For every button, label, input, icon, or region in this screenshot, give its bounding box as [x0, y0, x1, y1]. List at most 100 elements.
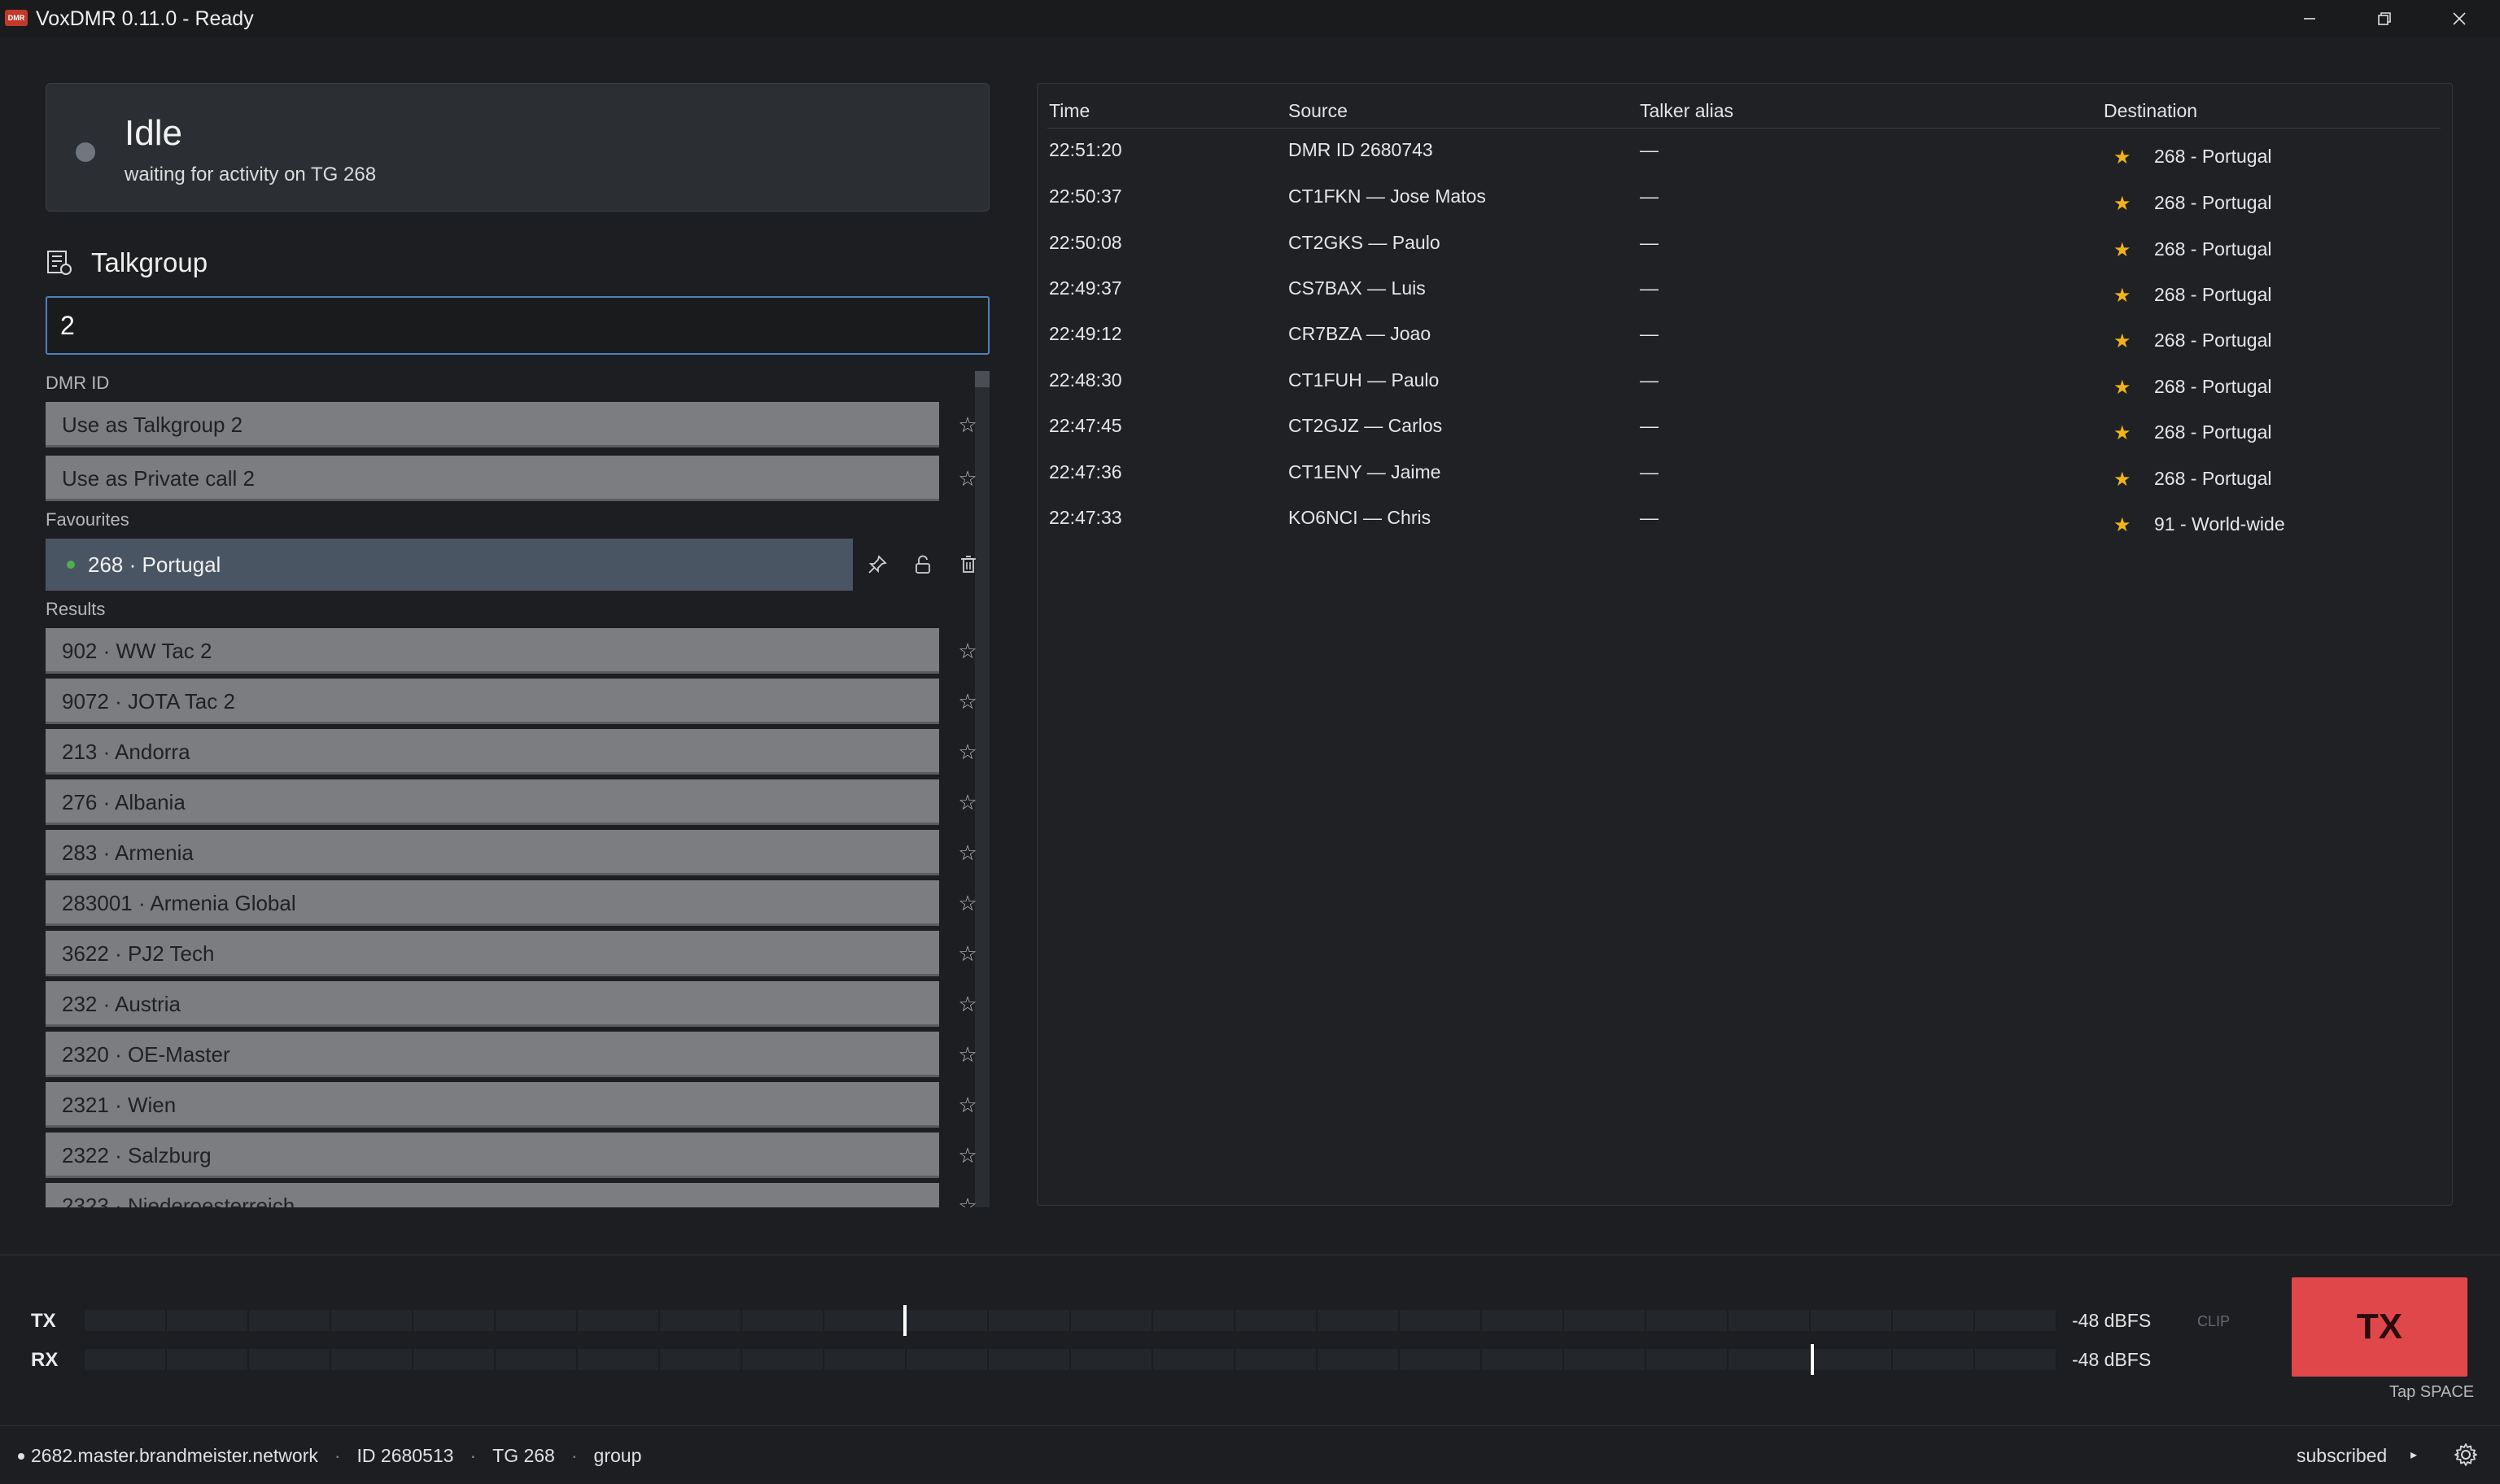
- favourite-star-icon: ★: [2113, 285, 2131, 307]
- log-destination: 268 - Portugal: [2154, 376, 2272, 397]
- meter-segment: [85, 1310, 167, 1331]
- minimize-icon: [2304, 18, 2315, 20]
- meter-segment: [1893, 1349, 1975, 1370]
- meter-segment: [1153, 1349, 1235, 1370]
- log-alias: —: [1640, 323, 1659, 344]
- meter-segment: [824, 1349, 907, 1370]
- play-icon[interactable]: ▸: [2410, 1447, 2427, 1463]
- result-item[interactable]: 232 · Austria: [46, 981, 939, 1027]
- favourites-label: Favourites: [46, 509, 129, 530]
- meter-segment: [1482, 1349, 1564, 1370]
- column-header-time[interactable]: Time: [1049, 100, 1090, 122]
- tx-level-meter: [85, 1310, 2057, 1331]
- talkgroup-search-input[interactable]: [46, 296, 990, 355]
- meter-segment: [1318, 1349, 1400, 1370]
- meter-segment: [660, 1310, 742, 1331]
- log-time: 22:47:45: [1049, 415, 1122, 436]
- minimize-button[interactable]: [2272, 0, 2347, 37]
- meter-segment: [1646, 1349, 1729, 1370]
- result-item[interactable]: 2323 · Niederoesterreich: [46, 1183, 939, 1207]
- favourite-item[interactable]: 268 · Portugal: [46, 539, 853, 591]
- transmit-hint: Tap SPACE: [2389, 1383, 2475, 1401]
- meter-segment: [85, 1349, 167, 1370]
- list-scrollbar-thumb[interactable]: [975, 371, 990, 387]
- meter-segment: [989, 1349, 1071, 1370]
- star-icon[interactable]: ☆: [955, 1133, 980, 1178]
- meter-segment: [1235, 1349, 1318, 1370]
- close-icon: [2453, 12, 2466, 25]
- tx-level-value: -48 dBFS: [2072, 1310, 2152, 1331]
- meter-segment: [742, 1349, 824, 1370]
- delete-button[interactable]: [954, 550, 983, 579]
- result-item[interactable]: 2320 · OE-Master: [46, 1032, 939, 1077]
- result-item[interactable]: 9072 · JOTA Tac 2: [46, 679, 939, 724]
- meter-segment: [907, 1349, 989, 1370]
- column-header-talker-alias[interactable]: Talker alias: [1640, 100, 1733, 122]
- log-time: 22:48:30: [1049, 369, 1122, 391]
- call-mode: group: [593, 1445, 642, 1466]
- meter-segment: [1153, 1310, 1235, 1331]
- star-icon[interactable]: ☆: [955, 1183, 980, 1207]
- star-icon[interactable]: ☆: [955, 402, 980, 447]
- result-item[interactable]: 213 · Andorra: [46, 729, 939, 775]
- column-header-destination[interactable]: Destination: [2104, 100, 2197, 122]
- meter-segment: [1729, 1349, 1811, 1370]
- gear-icon[interactable]: [2453, 1442, 2479, 1468]
- restore-button[interactable]: [2347, 0, 2422, 37]
- meter-segment: [331, 1310, 413, 1331]
- result-item[interactable]: 276 · Albania: [46, 779, 939, 825]
- log-alias: —: [1640, 415, 1659, 436]
- star-icon[interactable]: ☆: [955, 931, 980, 976]
- log-source: KO6NCI — Chris: [1288, 507, 1431, 528]
- star-icon[interactable]: ☆: [955, 779, 980, 825]
- result-item[interactable]: 283001 · Armenia Global: [46, 880, 939, 926]
- log-source: CT1FUH — Paulo: [1288, 369, 1440, 391]
- log-time: 22:47:36: [1049, 461, 1122, 482]
- meter-segment: [1811, 1349, 1893, 1370]
- meter-segment: [1235, 1310, 1318, 1331]
- rx-meter-label: RX: [31, 1349, 59, 1371]
- use-as-talkgroup-item[interactable]: Use as Talkgroup 2: [46, 402, 939, 447]
- status-subtitle: waiting for activity on TG 268: [125, 164, 377, 186]
- use-as-private-call-item[interactable]: Use as Private call 2: [46, 456, 939, 501]
- meter-segment: [824, 1310, 907, 1331]
- star-icon[interactable]: ☆: [955, 830, 980, 875]
- result-item[interactable]: 3622 · PJ2 Tech: [46, 931, 939, 976]
- subscription-status: subscribed: [2297, 1445, 2388, 1466]
- column-header-source[interactable]: Source: [1288, 100, 1348, 122]
- meter-segment: [1071, 1310, 1153, 1331]
- meter-segment: [1318, 1310, 1400, 1331]
- star-icon[interactable]: ☆: [955, 1082, 980, 1128]
- unlock-button[interactable]: [908, 550, 938, 579]
- meter-segment: [496, 1349, 578, 1370]
- star-icon[interactable]: ☆: [955, 1032, 980, 1077]
- log-destination: 91 - World-wide: [2154, 513, 2285, 535]
- transmit-button[interactable]: TX: [2292, 1277, 2467, 1377]
- log-time: 22:47:33: [1049, 507, 1122, 528]
- log-time: 22:50:08: [1049, 232, 1122, 253]
- star-icon[interactable]: ☆: [955, 880, 980, 926]
- result-item[interactable]: 2321 · Wien: [46, 1082, 939, 1128]
- meter-segment: [1071, 1349, 1153, 1370]
- meter-segment: [1400, 1310, 1482, 1331]
- close-button[interactable]: [2422, 0, 2497, 37]
- log-source: CT1FKN — Jose Matos: [1288, 186, 1486, 207]
- star-icon[interactable]: ☆: [955, 628, 980, 674]
- star-icon[interactable]: ☆: [955, 679, 980, 724]
- result-item[interactable]: 2322 · Salzburg: [46, 1133, 939, 1178]
- meter-segment: [1564, 1310, 1646, 1331]
- tx-peak-marker: [903, 1305, 907, 1336]
- log-time: 22:51:20: [1049, 139, 1122, 160]
- active-dot-icon: [67, 561, 75, 569]
- star-icon[interactable]: ☆: [955, 456, 980, 501]
- star-icon[interactable]: ☆: [955, 729, 980, 775]
- star-icon[interactable]: ☆: [955, 981, 980, 1027]
- status-title: Idle: [125, 113, 182, 153]
- meter-segment: [1975, 1310, 2057, 1331]
- result-item[interactable]: 902 · WW Tac 2: [46, 628, 939, 674]
- pin-button[interactable]: [863, 550, 892, 579]
- log-source: CR7BZA — Joao: [1288, 323, 1431, 344]
- result-item[interactable]: 283 · Armenia: [46, 830, 939, 875]
- unlock-icon: [916, 555, 930, 574]
- meter-segment: [496, 1310, 578, 1331]
